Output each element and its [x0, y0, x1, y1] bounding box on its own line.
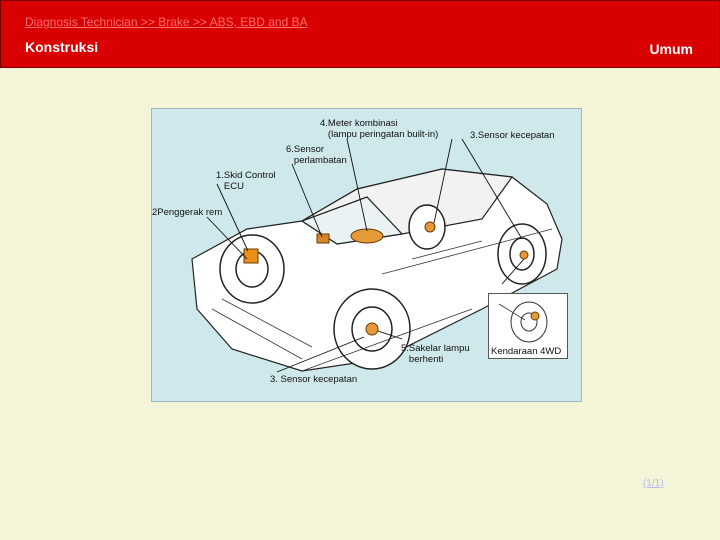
brake-actuator-part: [316, 233, 330, 244]
abs-component-diagram: 4.Meter kombinasi (lampu peringatan buil…: [151, 108, 582, 402]
label-4wd-vehicle: Kendaraan 4WD: [491, 346, 562, 357]
label-deceleration-sensor: 6.Sensor perlambatan: [286, 144, 347, 166]
page-title: Konstruksi: [25, 39, 99, 55]
label-speed-sensor-top: 3.Sensor kecepatan: [470, 130, 555, 141]
label-stop-light-switch: 5.Sakelar lampu berhenti: [401, 343, 470, 365]
label-brake-actuator: 2Penggerak rem: [152, 207, 223, 218]
header-bar: Diagnosis Technician >> Brake >> ABS, EB…: [0, 0, 720, 68]
speed-sensor-rear-part: [424, 221, 436, 233]
label-skid-control-ecu: 1.Skid Control ECU: [216, 170, 276, 192]
inset-4wd: Kendaraan 4WD: [488, 293, 568, 359]
combination-meter-part: [350, 228, 384, 244]
speed-sensor-front-part: [365, 322, 379, 336]
category-label: Umum: [649, 41, 693, 57]
breadcrumb[interactable]: Diagnosis Technician >> Brake >> ABS, EB…: [25, 15, 308, 29]
label-combination-meter: 4.Meter kombinasi (lampu peringatan buil…: [320, 118, 439, 140]
label-speed-sensor-bottom: 3. Sensor kecepatan: [270, 374, 358, 385]
page-indicator[interactable]: (1/1): [643, 478, 664, 489]
skid-control-ecu-part: [243, 248, 259, 264]
